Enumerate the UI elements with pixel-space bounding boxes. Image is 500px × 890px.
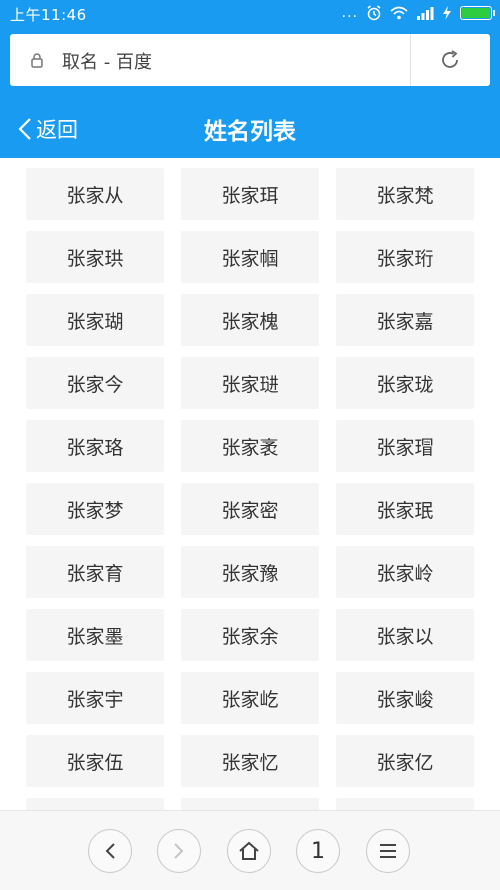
browser-toolbar: 取名 - 百度 (0, 28, 500, 100)
name-item[interactable]: 张家峻 (336, 672, 474, 724)
name-item[interactable]: 张家豫 (181, 546, 319, 598)
name-item[interactable]: 张家余 (181, 609, 319, 661)
name-item[interactable]: 张家今 (26, 357, 164, 409)
name-item[interactable]: 张家从 (26, 168, 164, 220)
name-item[interactable]: 张家亿 (336, 735, 474, 787)
chevron-left-icon (105, 843, 115, 859)
name-item[interactable]: 张家珥 (181, 168, 319, 220)
nav-forward-button[interactable] (157, 829, 201, 873)
name-item[interactable]: 张家瑚 (26, 294, 164, 346)
name-item[interactable]: 张家岭 (336, 546, 474, 598)
name-item[interactable]: 张家琎 (181, 357, 319, 409)
home-icon (239, 841, 259, 860)
address-bar[interactable]: 取名 - 百度 (10, 34, 490, 86)
lock-icon (31, 53, 43, 68)
signal-icon (417, 7, 434, 20)
tabs-button[interactable]: 1 (296, 829, 340, 873)
battery-icon (460, 6, 495, 20)
name-item-partial[interactable] (26, 798, 164, 810)
menu-icon (380, 844, 396, 858)
chevron-right-icon (174, 843, 184, 859)
name-item[interactable]: 张家袤 (181, 420, 319, 472)
name-item[interactable]: 张家梦 (26, 483, 164, 535)
name-item[interactable]: 张家槐 (181, 294, 319, 346)
tab-count: 1 (311, 838, 325, 864)
wifi-icon (390, 6, 408, 20)
name-item[interactable]: 张家屹 (181, 672, 319, 724)
charging-icon (443, 6, 451, 20)
name-grid: 张家从 张家珥 张家梵 张家珙 张家帼 张家珩 张家瑚 张家槐 张家嘉 张家今 张家琎 张家珑 张家珞张… (0, 158, 500, 810)
name-item[interactable]: 张家梵 (336, 168, 474, 220)
name-item[interactable]: 张家忆 (181, 735, 319, 787)
browser-bottom-bar: 1 (0, 810, 500, 890)
name-item-partial[interactable] (181, 798, 319, 810)
name-item[interactable]: 张家密 (181, 483, 319, 535)
name-item[interactable]: 张家珙 (26, 231, 164, 283)
page-header: 返回 姓名列表 (0, 100, 500, 158)
refresh-icon (442, 50, 458, 68)
url-text[interactable]: 取名 - 百度 (62, 48, 152, 74)
battery-level (462, 8, 490, 18)
name-item[interactable]: 张家瑁 (336, 420, 474, 472)
alarm-icon (367, 5, 381, 21)
menu-button[interactable] (366, 829, 410, 873)
status-bar: 上午11:46 ... (0, 0, 500, 28)
status-icons: ... (341, 5, 495, 21)
page-title: 姓名列表 (204, 119, 296, 145)
name-item[interactable]: 张家嘉 (336, 294, 474, 346)
name-item[interactable]: 张家以 (336, 609, 474, 661)
name-item[interactable]: 张家伍 (26, 735, 164, 787)
name-item[interactable]: 张家墨 (26, 609, 164, 661)
name-item[interactable]: 张家宇 (26, 672, 164, 724)
notification-dots: ... (341, 5, 358, 21)
url-divider (410, 34, 411, 86)
name-item[interactable]: 张家珩 (336, 231, 474, 283)
nav-back-button[interactable] (88, 829, 132, 873)
name-item[interactable]: 张家帼 (181, 231, 319, 283)
name-item[interactable]: 张家珑 (336, 357, 474, 409)
home-button[interactable] (227, 829, 271, 873)
name-item[interactable]: 张家育 (26, 546, 164, 598)
name-item-partial[interactable] (336, 798, 474, 810)
name-item[interactable]: 张家珞 (26, 420, 164, 472)
name-item[interactable]: 张家珉 (336, 483, 474, 535)
refresh-button[interactable] (430, 42, 470, 78)
status-time: 上午11:46 (10, 6, 87, 24)
